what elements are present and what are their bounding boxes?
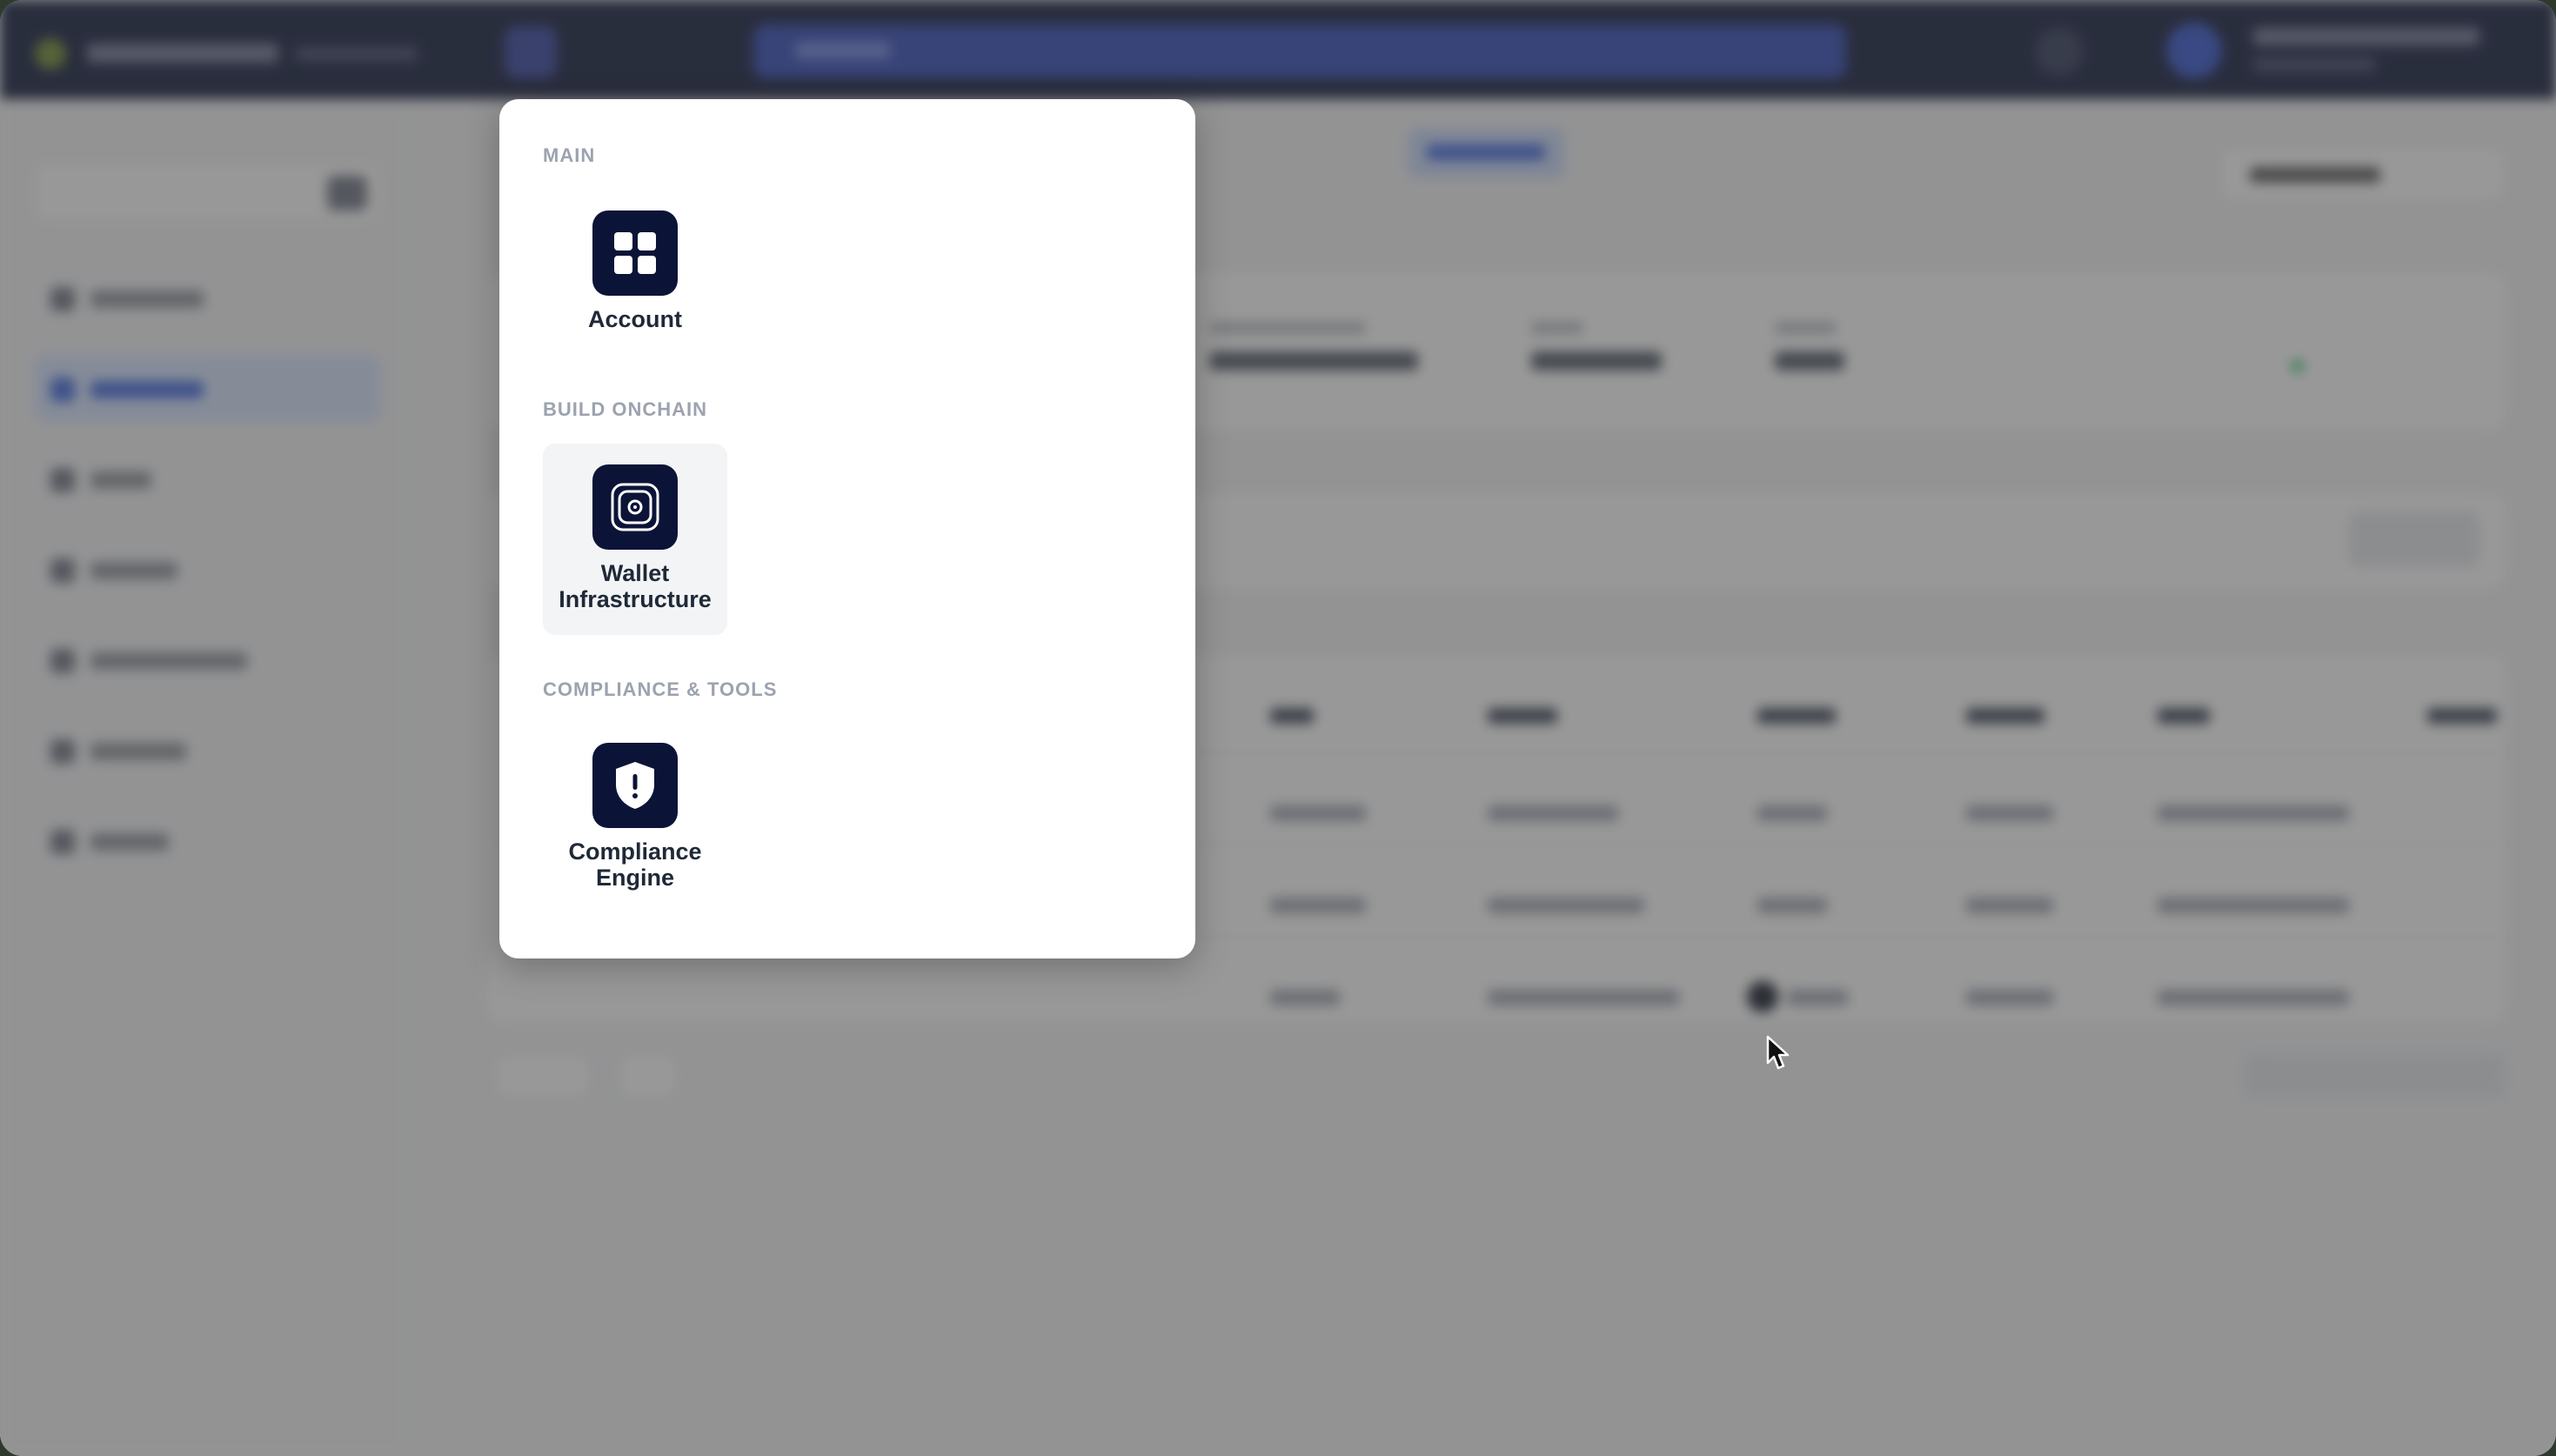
mouse-cursor-icon: [1766, 1035, 1792, 1076]
app-tile-label: Compliance Engine: [568, 838, 702, 891]
app-tile-account[interactable]: Account: [543, 197, 727, 336]
app-tile-label: Wallet Infrastructure: [559, 560, 712, 612]
grid-icon: [592, 210, 678, 296]
app-window: MAIN Account BUILD ONCHAIN Wallet Infras…: [0, 0, 2556, 1456]
section-title-main: MAIN: [543, 144, 596, 166]
app-tile-wallet-infrastructure[interactable]: Wallet Infrastructure: [543, 444, 727, 635]
section-title-build-onchain: BUILD ONCHAIN: [543, 398, 707, 420]
apps-menu-popover: MAIN Account BUILD ONCHAIN Wallet Infras…: [499, 99, 1195, 958]
section-title-compliance-tools: COMPLIANCE & TOOLS: [543, 678, 778, 700]
app-tile-compliance-engine[interactable]: Compliance Engine: [543, 725, 727, 917]
vault-icon: [592, 464, 678, 550]
modal-backdrop[interactable]: [0, 0, 2556, 1456]
shield-alert-icon: [592, 743, 678, 828]
app-tile-label: Account: [588, 306, 682, 332]
